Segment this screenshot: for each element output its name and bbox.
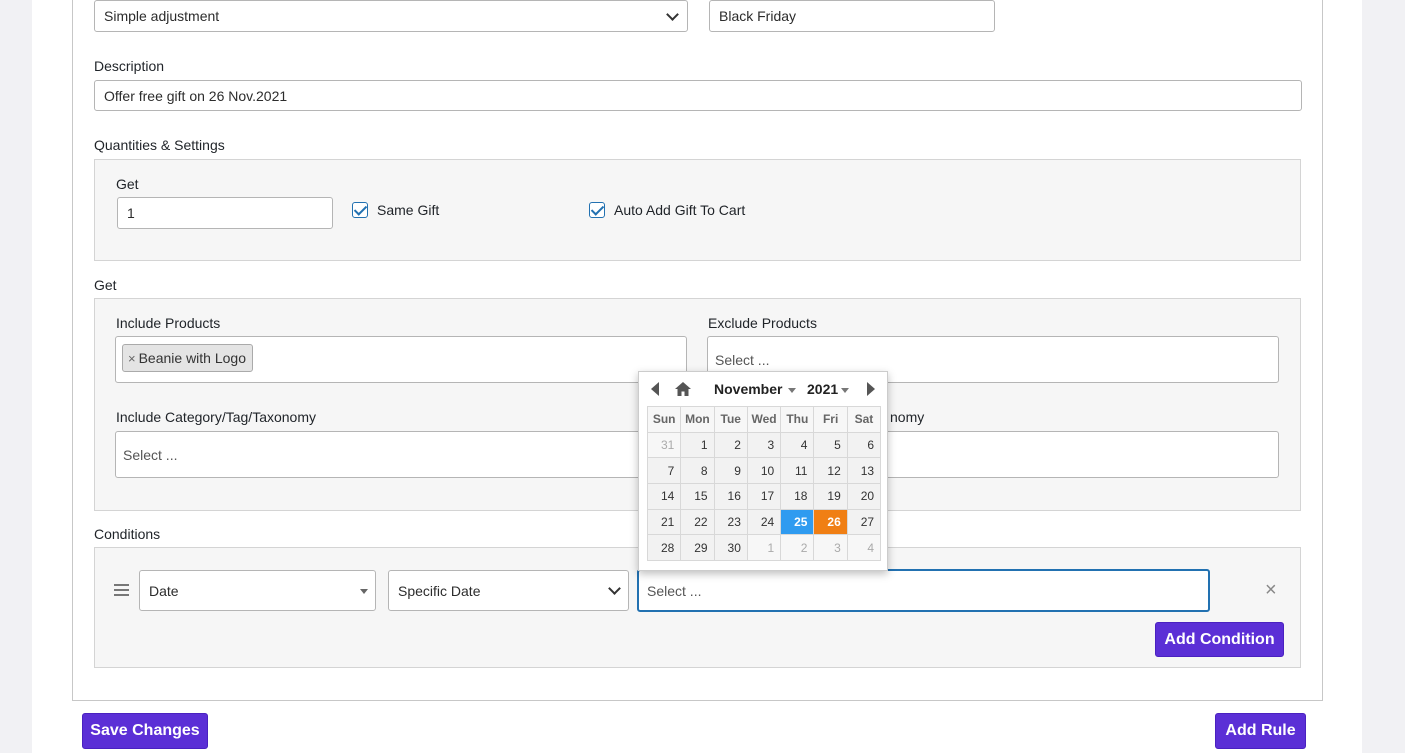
rule-title-input[interactable]: Black Friday bbox=[709, 0, 995, 32]
drag-handle-icon[interactable] bbox=[114, 584, 130, 596]
calendar-day[interactable]: 22 bbox=[680, 508, 715, 536]
same-gift-label: Same Gift bbox=[377, 202, 440, 218]
condition-type-select[interactable]: Date bbox=[139, 570, 376, 611]
calendar-day[interactable]: 1 bbox=[680, 431, 715, 459]
exclude-taxonomy-label: nomy bbox=[890, 409, 925, 425]
calendar-day[interactable]: 2 bbox=[713, 431, 748, 459]
condition-type-value: Date bbox=[149, 582, 179, 599]
calendar-day[interactable]: 24 bbox=[746, 508, 782, 536]
weekday-header: Wed bbox=[746, 406, 782, 433]
get-quantity-label: Get bbox=[116, 176, 139, 192]
calendar-day[interactable]: 4 bbox=[846, 534, 882, 562]
calendar-day-today[interactable]: 25 bbox=[780, 508, 815, 536]
home-icon[interactable] bbox=[675, 382, 691, 396]
weekday-header: Sat bbox=[846, 406, 882, 433]
calendar-day[interactable]: 1 bbox=[746, 534, 782, 562]
calendar-day[interactable]: 29 bbox=[680, 534, 715, 562]
month-dropdown-icon bbox=[788, 388, 796, 393]
calendar-day[interactable]: 18 bbox=[780, 483, 815, 510]
dropdown-arrow-icon bbox=[360, 589, 368, 594]
exclude-products-placeholder: Select ... bbox=[715, 351, 770, 368]
calendar-day[interactable]: 3 bbox=[813, 534, 848, 562]
calendar-day[interactable]: 2 bbox=[780, 534, 815, 562]
condition-operator-value: Specific Date bbox=[398, 582, 481, 599]
year-select[interactable]: 2021 bbox=[807, 381, 838, 397]
calendar-day[interactable]: 27 bbox=[846, 508, 882, 536]
condition-date-placeholder: Select ... bbox=[647, 582, 702, 599]
remove-tag-icon[interactable]: × bbox=[128, 351, 136, 366]
month-select[interactable]: November bbox=[714, 381, 782, 397]
condition-date-input[interactable]: Select ... bbox=[637, 569, 1210, 612]
include-taxonomy-placeholder: Select ... bbox=[123, 446, 178, 463]
add-condition-button[interactable]: Add Condition bbox=[1155, 622, 1284, 657]
rule-title-value: Black Friday bbox=[719, 8, 797, 24]
calendar-grid: Sun Mon Tue Wed Thu Fri Sat 31 1 2 3 4 5… bbox=[646, 406, 882, 562]
calendar-day[interactable]: 16 bbox=[713, 483, 748, 510]
include-products-label: Include Products bbox=[116, 315, 221, 331]
calendar-day[interactable]: 21 bbox=[646, 508, 682, 536]
quantities-section-label: Quantities & Settings bbox=[94, 137, 225, 153]
calendar-day[interactable]: 31 bbox=[646, 431, 682, 459]
weekday-header: Tue bbox=[713, 406, 748, 433]
product-tag-label: Beanie with Logo bbox=[138, 350, 247, 366]
datepicker-popup: November 2021 Sun Mon Tue Wed Thu Fri Sa… bbox=[638, 371, 888, 571]
calendar-day[interactable]: 13 bbox=[846, 457, 882, 485]
prev-month-icon[interactable] bbox=[651, 382, 659, 396]
exclude-products-label: Exclude Products bbox=[708, 315, 817, 331]
calendar-day[interactable]: 4 bbox=[780, 431, 815, 459]
description-input[interactable]: Offer free gift on 26 Nov.2021 bbox=[94, 80, 1302, 111]
calendar-day[interactable]: 3 bbox=[746, 431, 782, 459]
same-gift-checkbox[interactable] bbox=[352, 202, 368, 218]
get-quantity-value: 1 bbox=[127, 205, 135, 221]
conditions-section-label: Conditions bbox=[94, 526, 161, 542]
auto-add-gift-checkbox[interactable] bbox=[589, 202, 605, 218]
description-value: Offer free gift on 26 Nov.2021 bbox=[104, 87, 288, 104]
rule-type-value: Simple adjustment bbox=[104, 8, 220, 24]
close-icon[interactable]: × bbox=[1265, 580, 1277, 600]
weekday-header: Mon bbox=[680, 406, 715, 433]
calendar-day[interactable]: 6 bbox=[846, 431, 882, 459]
add-rule-button[interactable]: Add Rule bbox=[1215, 713, 1306, 749]
year-dropdown-icon bbox=[841, 388, 849, 393]
description-label: Description bbox=[94, 58, 165, 74]
calendar-day[interactable]: 8 bbox=[680, 457, 715, 485]
calendar-day[interactable]: 10 bbox=[746, 457, 782, 485]
calendar-day[interactable]: 28 bbox=[646, 534, 682, 562]
weekday-header: Fri bbox=[813, 406, 848, 433]
calendar-day[interactable]: 20 bbox=[846, 483, 882, 510]
calendar-day[interactable]: 30 bbox=[713, 534, 748, 562]
product-tag: × Beanie with Logo bbox=[122, 344, 254, 372]
calendar-day[interactable]: 12 bbox=[813, 457, 848, 485]
get-section-label: Get bbox=[94, 277, 117, 293]
calendar-day[interactable]: 7 bbox=[646, 457, 682, 485]
save-changes-button[interactable]: Save Changes bbox=[82, 713, 208, 749]
auto-add-gift-label: Auto Add Gift To Cart bbox=[614, 202, 746, 218]
get-quantity-input[interactable]: 1 bbox=[117, 197, 333, 229]
calendar-day[interactable]: 23 bbox=[713, 508, 748, 536]
calendar-day[interactable]: 17 bbox=[746, 483, 782, 510]
calendar-day[interactable]: 14 bbox=[646, 483, 682, 510]
rule-type-select[interactable]: Simple adjustment bbox=[94, 0, 688, 32]
calendar-day[interactable]: 15 bbox=[680, 483, 715, 510]
condition-operator-select[interactable]: Specific Date bbox=[388, 570, 629, 611]
include-taxonomy-label: Include Category/Tag/Taxonomy bbox=[116, 409, 316, 425]
chevron-down-icon bbox=[608, 582, 621, 595]
calendar-day[interactable]: 11 bbox=[780, 457, 815, 485]
weekday-header: Thu bbox=[780, 406, 815, 433]
calendar-day[interactable]: 19 bbox=[813, 483, 848, 510]
chevron-down-icon bbox=[666, 8, 679, 21]
include-taxonomy-select[interactable]: Select ... bbox=[115, 431, 687, 478]
calendar-day-selected[interactable]: 26 bbox=[813, 508, 848, 536]
calendar-day[interactable]: 9 bbox=[713, 457, 748, 485]
next-month-icon[interactable] bbox=[867, 382, 875, 396]
datepicker-header: November 2021 bbox=[639, 372, 887, 406]
calendar-day[interactable]: 5 bbox=[813, 431, 848, 459]
include-products-select[interactable]: × Beanie with Logo bbox=[115, 336, 687, 383]
weekday-header: Sun bbox=[646, 406, 682, 433]
